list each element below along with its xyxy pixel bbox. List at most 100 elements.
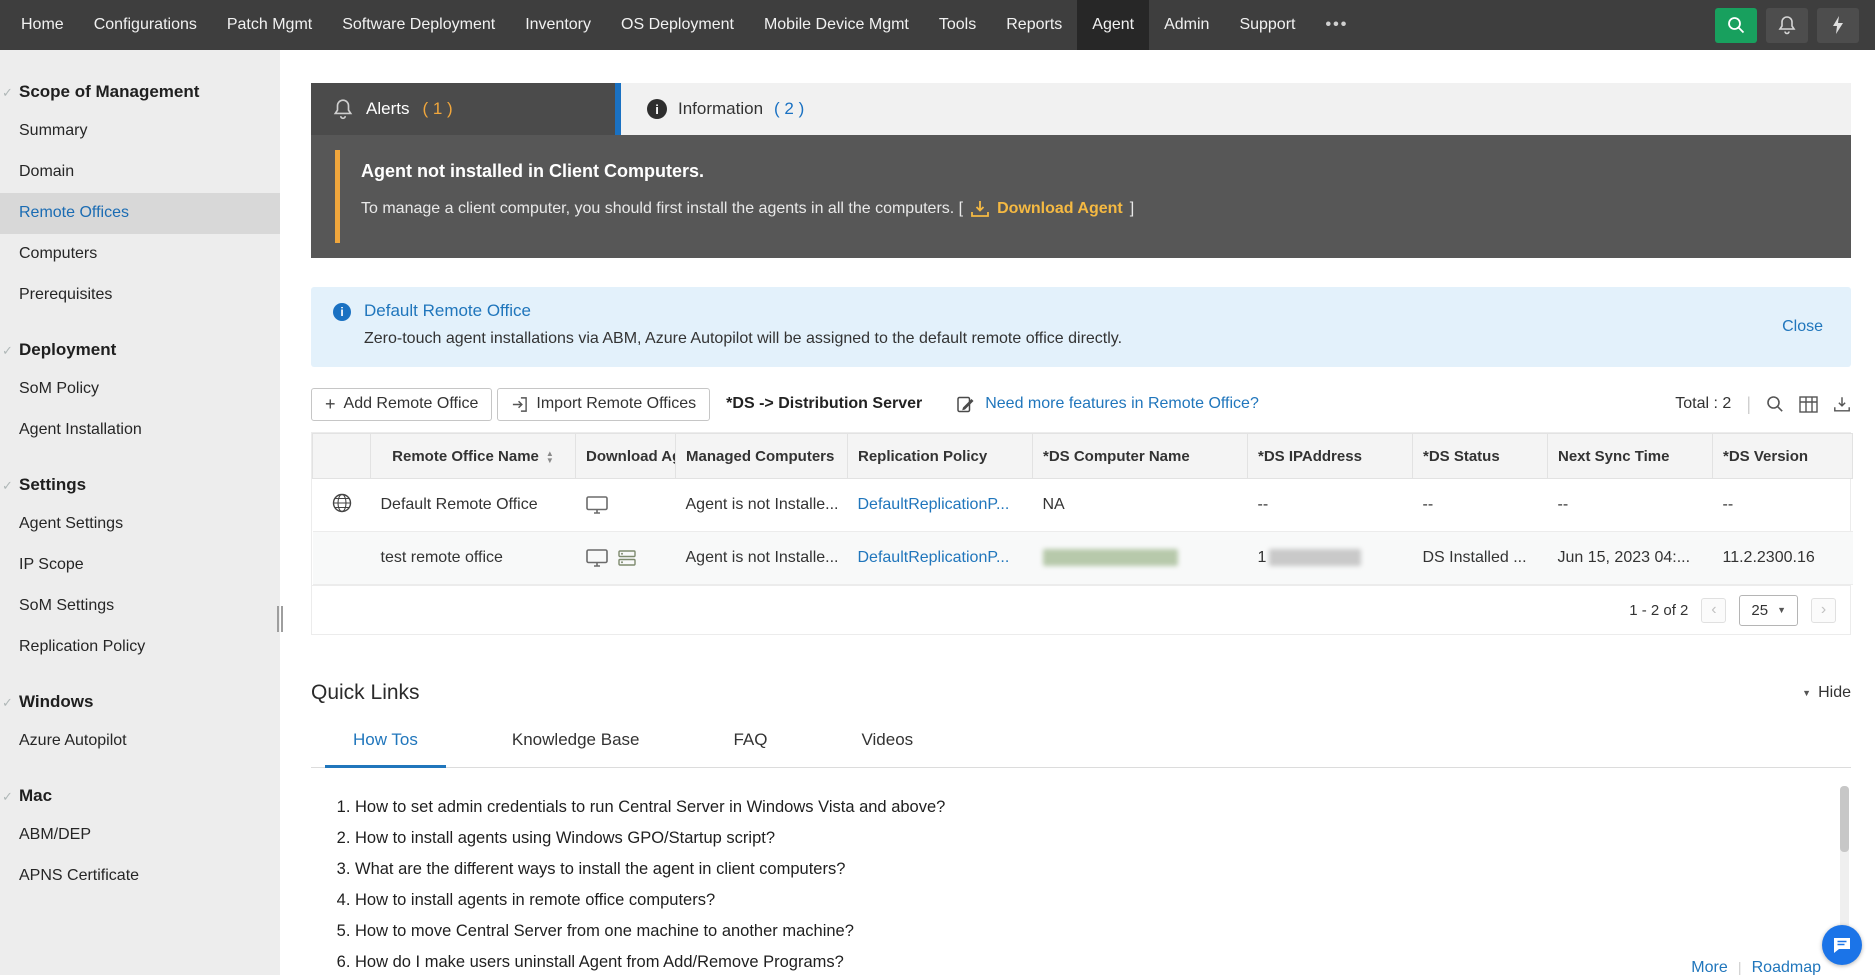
import-icon — [513, 396, 528, 412]
distribution-server-button[interactable] — [617, 549, 637, 567]
banner-close-link[interactable]: Close — [1782, 318, 1823, 336]
nav-home[interactable]: Home — [6, 0, 79, 50]
remote-office-toolbar: + Add Remote Office Import Remote Office… — [311, 386, 1851, 422]
nav-os-deployment[interactable]: OS Deployment — [606, 0, 749, 50]
sidebar-item-ip-scope[interactable]: IP Scope — [0, 545, 280, 586]
main-content: Alerts ( 1 ) i Information ( 2 ) Agent n… — [280, 50, 1875, 975]
how-to-item[interactable]: How do I make users uninstall Agent from… — [355, 953, 1851, 972]
live-chat-button[interactable] — [1822, 925, 1862, 965]
cell-download-agent — [575, 478, 676, 532]
sidebar-item-computers[interactable]: Computers — [0, 234, 280, 275]
cell-replication-policy: DefaultReplicationP... — [847, 478, 1033, 532]
nav-inventory[interactable]: Inventory — [510, 0, 606, 50]
tab-how-tos[interactable]: How Tos — [325, 730, 446, 768]
sidebar-item-replication-policy[interactable]: Replication Policy — [0, 627, 280, 668]
tab-faq[interactable]: FAQ — [705, 730, 795, 767]
nav-mobile-device-mgmt[interactable]: Mobile Device Mgmt — [749, 0, 924, 50]
banner-message: Zero-touch agent installations via ABM, … — [364, 330, 1123, 347]
sidebar-header-settings: ✓ Settings — [0, 467, 280, 504]
cell-remote-office-name[interactable]: Default Remote Office — [370, 478, 576, 532]
pagination-range: 1 - 2 of 2 — [1629, 601, 1689, 619]
check-icon: ✓ — [2, 85, 13, 100]
header-remote-office-name[interactable]: Remote Office Name ▲ ▼ — [370, 433, 576, 479]
how-to-item[interactable]: How to set admin credentials to run Cent… — [355, 798, 1851, 817]
roadmap-link[interactable]: Roadmap — [1752, 959, 1821, 975]
previous-page-button[interactable]: ‹ — [1701, 597, 1727, 623]
lightning-icon — [1833, 16, 1843, 34]
sidebar-section-windows: ✓ Windows Azure Autopilot — [0, 684, 280, 762]
default-remote-office-link[interactable]: Default Remote Office — [364, 301, 1122, 321]
global-search-button[interactable] — [1715, 7, 1757, 43]
need-more-features-link[interactable]: Need more features in Remote Office? — [956, 394, 1259, 414]
sidebar-item-summary[interactable]: Summary — [0, 111, 280, 152]
tab-information[interactable]: i Information ( 2 ) — [621, 83, 830, 135]
sidebar-item-abm-dep[interactable]: ABM/DEP — [0, 815, 280, 856]
download-agent-link[interactable]: Download Agent — [997, 200, 1123, 218]
nav-support[interactable]: Support — [1224, 0, 1310, 50]
sidebar-item-domain[interactable]: Domain — [0, 152, 280, 193]
alert-message-suffix: ] — [1129, 200, 1135, 217]
sidebar-item-som-policy[interactable]: SoM Policy — [0, 369, 280, 410]
tab-videos[interactable]: Videos — [834, 730, 942, 767]
remote-offices-table: Remote Office Name▲▼ Download Agent Mana… — [311, 432, 1853, 635]
page-size-dropdown[interactable]: 25 ▼ — [1739, 594, 1798, 626]
download-agent-computer-button[interactable] — [585, 496, 666, 514]
tab-knowledge-base[interactable]: Knowledge Base — [484, 730, 668, 767]
sidebar-item-apns-certificate[interactable]: APNS Certificate — [0, 856, 280, 897]
how-to-item[interactable]: How to move Central Server from one mach… — [355, 922, 1851, 941]
scrollbar-thumb[interactable] — [1840, 786, 1849, 852]
sort-icon[interactable]: ▲ ▼ — [546, 449, 554, 464]
hide-quick-links-button[interactable]: ▼ Hide — [1802, 684, 1851, 702]
how-to-item[interactable]: What are the different ways to install t… — [355, 860, 1851, 879]
more-link[interactable]: More — [1691, 959, 1727, 975]
sidebar-item-azure-autopilot[interactable]: Azure Autopilot — [0, 721, 280, 762]
divider: | — [1746, 393, 1751, 414]
cell-remote-office-name[interactable]: test remote office — [370, 531, 576, 585]
nav-configurations[interactable]: Configurations — [79, 0, 212, 50]
sidebar-header-scope: ✓ Scope of Management — [0, 74, 280, 111]
header-ds-version: *DS Version — [1712, 433, 1853, 479]
download-agent-computer-button[interactable] — [585, 549, 608, 567]
sidebar-item-remote-offices[interactable]: Remote Offices — [0, 193, 280, 234]
information-tab-label: Information — [678, 99, 764, 118]
chevron-down-icon: ▼ — [1777, 605, 1786, 615]
nav-more-menu[interactable]: ••• — [1310, 0, 1363, 50]
search-icon — [1728, 17, 1745, 34]
cell-ds-status: -- — [1412, 478, 1548, 532]
sidebar-item-som-settings[interactable]: SoM Settings — [0, 586, 280, 627]
sidebar-section-title: Scope of Management — [19, 82, 200, 101]
column-chooser-button[interactable] — [1799, 395, 1818, 413]
tab-alerts[interactable]: Alerts ( 1 ) — [311, 83, 615, 135]
need-more-features-label: Need more features in Remote Office? — [985, 395, 1259, 412]
import-remote-offices-button[interactable]: Import Remote Offices — [497, 387, 711, 421]
next-page-button[interactable]: › — [1811, 597, 1836, 623]
alert-panel: Alerts ( 1 ) i Information ( 2 ) Agent n… — [311, 83, 1851, 258]
how-to-item[interactable]: How to install agents in remote office c… — [355, 891, 1851, 910]
alert-tab-bar-rest: i Information ( 2 ) — [621, 83, 1851, 135]
sidebar-item-prerequisites[interactable]: Prerequisites — [0, 275, 280, 316]
notifications-button[interactable] — [1766, 7, 1808, 43]
info-icon: i — [333, 303, 351, 321]
sidebar-item-agent-settings[interactable]: Agent Settings — [0, 504, 280, 545]
import-remote-offices-label: Import Remote Offices — [536, 395, 697, 412]
nav-admin[interactable]: Admin — [1149, 0, 1224, 50]
nav-tools[interactable]: Tools — [924, 0, 991, 50]
sidebar-section-title: Windows — [19, 692, 94, 711]
quick-links-scrollbar[interactable] — [1840, 786, 1849, 948]
monitor-icon — [585, 549, 608, 567]
nav-patch-mgmt[interactable]: Patch Mgmt — [212, 0, 327, 50]
nav-reports[interactable]: Reports — [991, 0, 1077, 50]
sidebar-item-agent-installation[interactable]: Agent Installation — [0, 410, 280, 451]
export-button[interactable] — [1833, 396, 1851, 413]
add-remote-office-button[interactable]: + Add Remote Office — [311, 387, 493, 421]
table-search-button[interactable] — [1766, 395, 1784, 413]
replication-policy-link[interactable]: DefaultReplicationP... — [858, 549, 1010, 566]
nav-menu: Home Configurations Patch Mgmt Software … — [0, 0, 1363, 50]
replication-policy-link[interactable]: DefaultReplicationP... — [858, 496, 1010, 513]
table-row: Default Remote Office Agent is not Insta… — [312, 478, 1853, 532]
nav-software-deployment[interactable]: Software Deployment — [327, 0, 510, 50]
nav-agent[interactable]: Agent — [1077, 0, 1150, 50]
quick-actions-button[interactable] — [1817, 7, 1859, 43]
how-to-item[interactable]: How to install agents using Windows GPO/… — [355, 829, 1851, 848]
cell-next-sync-time: -- — [1547, 478, 1713, 532]
